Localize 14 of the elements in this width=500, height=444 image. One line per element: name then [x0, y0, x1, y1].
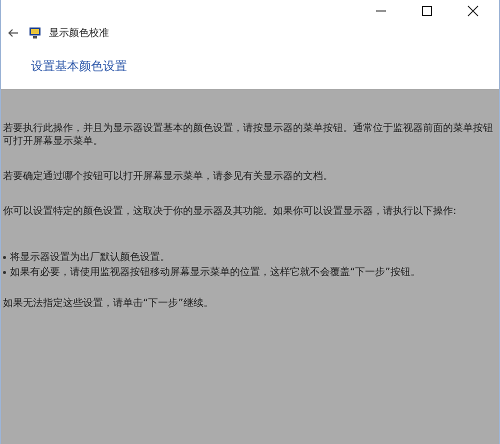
- instruction-text: 若要确定通过哪个按钮可以打开屏幕显示菜单，请参见有关显示器的文档。: [3, 170, 334, 183]
- list-item-text: 如果有必要，请使用监视器按钮移动屏幕显示菜单的位置，这样它就不会覆盖“下一步”按钮。: [10, 266, 420, 280]
- instruction-text: 如果无法指定这些设置，请单击“下一步”继续。: [3, 297, 214, 310]
- bullet-icon: [3, 256, 6, 259]
- monitor-icon: [29, 27, 41, 39]
- back-arrow-icon[interactable]: [7, 28, 19, 38]
- window-title: 显示颜色校准: [49, 26, 109, 40]
- close-icon[interactable]: [467, 5, 479, 17]
- maximize-icon[interactable]: [421, 5, 433, 17]
- page-heading: 设置基本颜色设置: [30, 58, 128, 75]
- list-item-text: 将显示器设置为出厂默认颜色设置。: [10, 250, 170, 265]
- instruction-text: 若要执行此操作，并且为显示器设置基本的颜色设置，请按显示器的菜单按钮。通常位于监视器前面的菜单按钮可打开屏幕显示菜单。: [3, 122, 494, 148]
- instruction-text: 你可以设置特定的颜色设置，这取决于你的显示器及其功能。如果你可以设置显示器，请执行以下操作:: [3, 205, 458, 218]
- bullet-icon: [3, 271, 6, 274]
